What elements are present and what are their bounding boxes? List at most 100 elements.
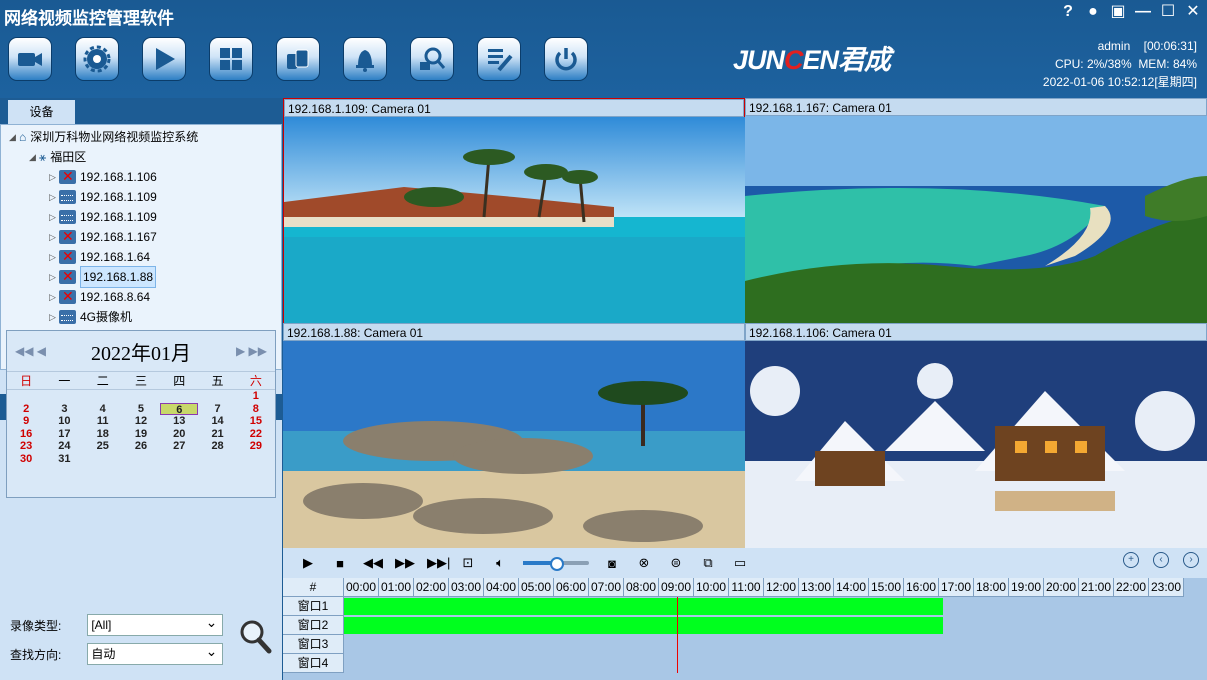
calendar-day[interactable]: 31 (45, 453, 83, 466)
timeline-prev-icon[interactable]: ‹ (1153, 552, 1169, 568)
video-frame-pool (284, 117, 746, 324)
recording-segment[interactable] (344, 617, 943, 634)
video-window-1[interactable]: 192.168.1.109: Camera 01 (283, 98, 746, 324)
device-online-icon (59, 210, 76, 224)
calendar-day[interactable]: 20 (160, 428, 198, 441)
preview-button[interactable] (8, 37, 52, 81)
calendar-day[interactable]: 18 (84, 428, 122, 441)
playback-button[interactable] (142, 37, 186, 81)
rewind-icon[interactable]: ◀◀ (363, 555, 383, 571)
zoom-in-icon[interactable]: + (1123, 552, 1139, 568)
timeline-window-label: 窗口3 (283, 635, 344, 654)
calendar-day[interactable]: 6 (160, 402, 199, 416)
calendar-weekday: 日 (7, 372, 46, 390)
tree-device[interactable]: ▷192.168.1.64 (1, 246, 281, 267)
calendar-day[interactable]: 30 (7, 453, 45, 466)
calendar-empty (122, 390, 160, 403)
tree-device[interactable]: ▷ 192.168.1.109 (1, 187, 281, 207)
calendar-weekday: 一 (45, 372, 84, 390)
calendar-day[interactable]: 5 (122, 403, 160, 416)
calendar-day[interactable]: 24 (45, 440, 83, 453)
recording-segment[interactable] (344, 598, 943, 615)
calendar-day[interactable]: 9 (7, 415, 45, 428)
clip-icon[interactable]: ⧉ (699, 555, 717, 571)
calendar-day[interactable]: 15 (237, 415, 275, 428)
stop-all-icon[interactable]: ⊗ (635, 555, 653, 571)
timeline-row[interactable]: 窗口2 (283, 616, 1207, 635)
calendar-day[interactable]: 8 (237, 403, 275, 416)
search-icon[interactable] (238, 618, 272, 654)
minimize-icon[interactable]: — (1133, 2, 1153, 22)
calendar-day[interactable]: 13 (160, 415, 198, 428)
calendar-day[interactable]: 29 (237, 440, 275, 453)
tree-device[interactable]: ▷192.168.8.64 (1, 286, 281, 307)
maximize-icon[interactable]: ☐ (1158, 2, 1178, 22)
timeline-row[interactable]: 窗口1 (283, 597, 1207, 616)
calendar-day[interactable]: 21 (198, 428, 236, 441)
calendar-day[interactable]: 4 (84, 403, 122, 416)
tree-root[interactable]: ◢ ⌂ 深圳万科物业网络视频监控系统 (1, 127, 281, 147)
tree-group[interactable]: ◢ ⚹ 福田区 (1, 147, 281, 167)
search-button[interactable] (410, 37, 454, 81)
devices-button[interactable] (276, 37, 320, 81)
calendar-day[interactable]: 19 (122, 428, 160, 441)
calendar-grid: 日一二三四五六 1 2 3 4 5 6 7 8 9 10 11 12 13 14 15 16 17 18 19 20 21… (7, 371, 275, 465)
calendar-day[interactable]: 10 (45, 415, 83, 428)
calendar-day[interactable]: 1 (237, 390, 275, 403)
timeline-row[interactable]: 窗口3 (283, 635, 1207, 654)
timeline-cursor[interactable] (676, 597, 678, 673)
stop-icon[interactable]: ■ (331, 556, 349, 571)
log-edit-icon (488, 49, 513, 72)
direction-select[interactable]: 自动 (87, 641, 224, 665)
calendar-day[interactable]: 12 (122, 415, 160, 428)
settings-button[interactable] (75, 37, 119, 81)
calendar-day[interactable]: 2 (7, 403, 45, 416)
calendar-day[interactable]: 26 (122, 440, 160, 453)
fullscreen-icon[interactable]: ⊡ (459, 555, 477, 571)
fast-forward-icon[interactable]: ▶▶ (395, 555, 415, 571)
tree-device[interactable]: ▷ 192.168.1.109 (1, 207, 281, 227)
calendar-weekday: 二 (83, 372, 122, 390)
timeline-zoom-controls: + ‹ › (1123, 552, 1199, 568)
tree-device[interactable]: ▷192.168.1.88 (1, 266, 281, 288)
volume-slider[interactable] (523, 557, 589, 571)
calendar-day[interactable]: 22 (237, 428, 275, 441)
tree-device[interactable]: ▷ 4G摄像机 (1, 307, 281, 327)
folder-icon[interactable]: ▭ (731, 555, 749, 571)
user-icon[interactable]: ● (1083, 2, 1103, 22)
calendar-day[interactable]: 14 (198, 415, 236, 428)
sync-icon[interactable]: ⊜ (667, 555, 685, 571)
calendar-day[interactable]: 17 (45, 428, 83, 441)
calendar-day[interactable]: 25 (84, 440, 122, 453)
calendar-day[interactable]: 11 (84, 415, 122, 428)
layout-button[interactable] (209, 37, 253, 81)
help-icon[interactable]: ? (1058, 2, 1078, 22)
timeline-next-icon[interactable]: › (1183, 552, 1199, 568)
log-button[interactable] (477, 37, 521, 81)
next-month-icon[interactable]: ▶ ▶▶ (236, 344, 267, 358)
video-window-2[interactable]: 192.168.1.167: Camera 01 (745, 98, 1207, 323)
volume-icon[interactable]: 🔈︎ (491, 555, 509, 571)
video-window-4[interactable]: 192.168.1.106: Camera 01 (745, 323, 1207, 548)
alarm-button[interactable] (343, 37, 387, 81)
play-icon[interactable]: ▶ (299, 555, 317, 571)
step-forward-icon[interactable]: ▶▶| (427, 555, 450, 571)
lock-icon[interactable]: ▣ (1108, 2, 1128, 22)
prev-year-icon[interactable]: ◀◀ ◀ (15, 344, 46, 358)
video-window-3[interactable]: 192.168.1.88: Camera 01 (283, 323, 745, 548)
tab-devices[interactable]: 设备 (8, 100, 75, 124)
exit-button[interactable] (544, 37, 588, 81)
tree-device[interactable]: ▷192.168.1.106 (1, 166, 281, 187)
tree-device[interactable]: ▷192.168.1.167 (1, 226, 281, 247)
alarm-bell-icon (356, 50, 374, 72)
calendar-day[interactable]: 16 (7, 428, 45, 441)
calendar-day[interactable]: 27 (160, 440, 198, 453)
calendar-day[interactable]: 23 (7, 440, 45, 453)
calendar-day[interactable]: 3 (45, 403, 83, 416)
timeline-row[interactable]: 窗口4 (283, 654, 1207, 673)
snapshot-icon[interactable]: ◙ (603, 556, 621, 571)
record-type-select[interactable]: [All] (87, 612, 224, 636)
close-icon[interactable]: ✕ (1183, 2, 1203, 22)
calendar-day[interactable]: 7 (198, 403, 236, 416)
calendar-day[interactable]: 28 (198, 440, 236, 453)
